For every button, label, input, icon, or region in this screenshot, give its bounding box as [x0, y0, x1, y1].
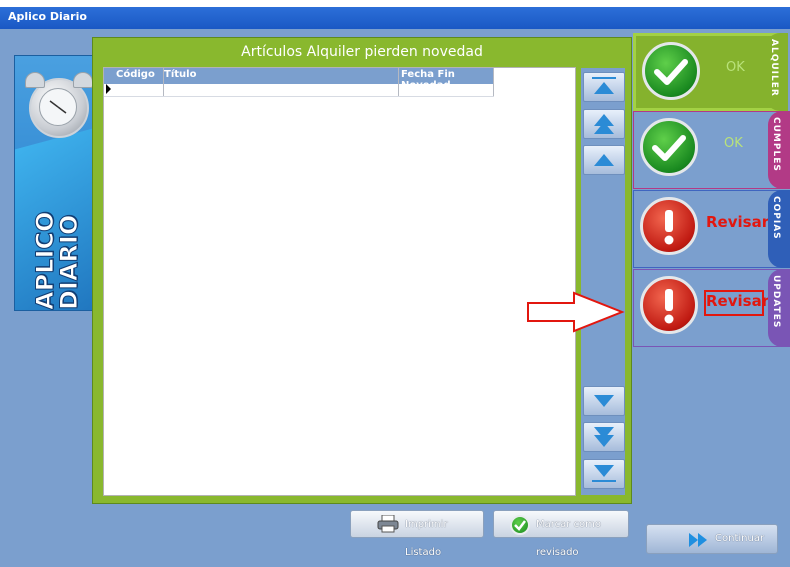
window-title: Aplico Diario	[8, 10, 87, 23]
current-row-indicator-icon	[106, 84, 111, 94]
tab-label-updates[interactable]: UPDATES	[768, 269, 790, 347]
scroll-down-button[interactable]	[583, 386, 625, 416]
app-body: APLICO DIARIO Artículos Alquiler pierden…	[6, 29, 790, 567]
continue-label: Continuar	[715, 533, 765, 544]
banner-text-line1: APLICO	[31, 211, 60, 310]
exclamation-icon	[664, 289, 674, 324]
scroll-first-button[interactable]	[583, 72, 625, 102]
checkmark-icon	[652, 135, 686, 161]
print-list-button[interactable]: Imprimir Listado	[350, 510, 484, 558]
first-icon	[592, 77, 616, 79]
aplico-diario-banner: APLICO DIARIO	[14, 55, 98, 311]
card-content: Revisar	[638, 274, 769, 342]
ok-check-icon	[640, 118, 698, 176]
checkmark-icon	[654, 59, 688, 85]
articles-grid[interactable]: Código Título Fecha Fin Novedad	[103, 67, 576, 496]
tab-label-alquiler[interactable]: ALQUILER	[766, 33, 788, 111]
scroll-buttons	[581, 68, 625, 495]
card-content: OK	[638, 116, 758, 184]
status-tabs: OK ALQUILER OK CUMPLES Revisar COPIAS Re…	[630, 29, 790, 349]
tab-copias[interactable]: Revisar COPIAS	[633, 190, 790, 268]
tab-label-text: ALQUILER	[769, 39, 779, 97]
status-text: OK	[724, 136, 743, 151]
scroll-last-button[interactable]	[583, 459, 625, 489]
scroll-page-up-button[interactable]	[583, 109, 625, 139]
checkmark-small-icon	[514, 520, 526, 531]
print-list-label: Imprimir Listado	[405, 519, 448, 558]
tab-label-copias[interactable]: COPIAS	[768, 190, 790, 268]
title-bar: Aplico Diario	[0, 0, 790, 29]
tab-updates[interactable]: Revisar UPDATES	[633, 269, 790, 347]
title-bar-strip	[0, 7, 790, 29]
first-arrow-icon	[594, 82, 614, 94]
alarm-clock-icon	[25, 72, 93, 138]
tab-label-text: CUMPLES	[771, 117, 781, 172]
scroll-page-down-button[interactable]	[583, 422, 625, 452]
mark-reviewed-label: Marcar como revisado	[536, 519, 602, 558]
tab-label-text: UPDATES	[771, 275, 781, 329]
clock-bell-left	[25, 72, 45, 88]
warning-icon	[640, 197, 698, 255]
warning-icon	[640, 276, 698, 334]
clock-bell-right	[73, 72, 93, 88]
status-text: Revisar	[706, 213, 770, 231]
banner-title: APLICO DIARIO	[31, 211, 97, 310]
scroll-up-button[interactable]	[583, 145, 625, 175]
clock-hands	[49, 100, 67, 114]
last-icon	[592, 480, 616, 482]
continue-button[interactable]: Continuar	[646, 524, 778, 554]
card-content: Revisar	[638, 195, 769, 263]
banner-text-line2: DIARIO	[55, 214, 84, 310]
page-up-icon-2	[594, 122, 614, 134]
tab-alquiler[interactable]: OK ALQUILER	[633, 33, 788, 111]
exclamation-icon	[664, 210, 674, 245]
continue-arrow-icon	[689, 533, 707, 547]
clock-face	[39, 88, 77, 126]
status-text: Revisar	[706, 292, 770, 310]
tab-cumples[interactable]: OK CUMPLES	[633, 111, 790, 189]
ok-check-icon	[642, 42, 700, 100]
tab-label-cumples[interactable]: CUMPLES	[768, 111, 790, 189]
column-header-codigo[interactable]: Código	[116, 69, 155, 80]
card-content: OK	[640, 40, 760, 108]
printer-icon	[377, 515, 399, 533]
red-arrow-icon	[527, 291, 625, 333]
down-icon	[594, 395, 614, 407]
tab-label-text: COPIAS	[771, 196, 781, 240]
panel-title: Artículos Alquiler pierden novedad	[241, 44, 483, 60]
table-row[interactable]	[104, 84, 494, 97]
check-icon	[510, 515, 530, 535]
up-icon	[594, 154, 614, 166]
last-arrow-icon	[594, 465, 614, 477]
articles-panel: Artículos Alquiler pierden novedad Códig…	[92, 37, 632, 504]
status-text: OK	[726, 60, 745, 75]
page-down-icon-2	[594, 435, 614, 447]
column-header-titulo[interactable]: Título	[164, 69, 196, 80]
mark-reviewed-button[interactable]: Marcar como revisado	[493, 510, 629, 558]
